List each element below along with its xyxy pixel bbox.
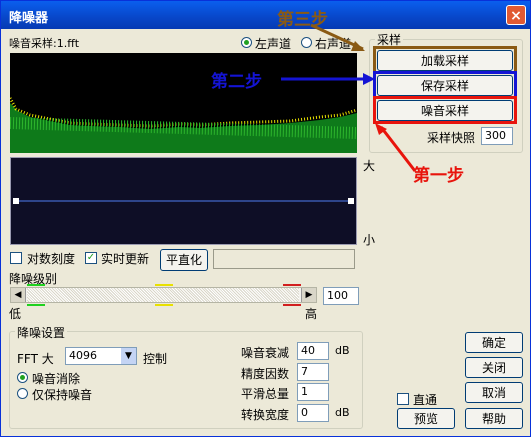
help-button[interactable]: 帮助 (465, 408, 523, 429)
keep-noise-radio[interactable] (17, 388, 28, 399)
slider-right-arrow-icon[interactable]: ▶ (301, 288, 316, 302)
step1-arrow (375, 123, 417, 172)
attenuation-field[interactable]: 40 (297, 342, 329, 360)
step3-highlight (373, 46, 517, 74)
fft-label: FFT 大 (17, 352, 54, 366)
remove-noise-radio[interactable] (17, 372, 28, 383)
low-marker-bottom (27, 304, 45, 306)
bypass-label: 直通 (413, 393, 438, 407)
snapshot-field[interactable]: 300 (481, 127, 513, 145)
level-low-label: 低 (9, 307, 22, 321)
remove-noise-label: 噪音消除 (32, 372, 81, 386)
step3-arrow (310, 23, 365, 51)
step2-arrow (281, 73, 375, 85)
fft-size-select[interactable]: 4096 ▼ (65, 347, 137, 365)
close-icon[interactable]: × (506, 5, 526, 25)
level-high-label: 高 (305, 307, 318, 321)
smoothing-label: 平滑总量 (241, 387, 290, 401)
step2-annotation: 第二步 (211, 72, 262, 92)
curve-handle-left[interactable] (13, 198, 19, 204)
fft-size-value: 4096 (69, 349, 97, 362)
high-marker (283, 284, 301, 286)
precision-label: 精度因数 (241, 367, 290, 381)
cancel-button[interactable]: 取消 (465, 382, 523, 403)
mid-marker (155, 284, 173, 286)
bypass-checkbox[interactable] (397, 393, 409, 405)
close-button[interactable]: 关闭 (465, 357, 523, 378)
log-scale-label: 对数刻度 (27, 252, 76, 266)
transition-label: 转换宽度 (241, 408, 290, 422)
transition-unit: dB (335, 406, 350, 419)
realtime-update-label: 实时更新 (101, 252, 150, 266)
slider-track[interactable] (27, 288, 299, 302)
level-slider[interactable]: ◀ ▶ (10, 287, 317, 303)
attenuation-label: 噪音衰减 (241, 346, 290, 360)
high-marker-bottom (283, 304, 301, 306)
step1-highlight (373, 96, 517, 124)
step2-highlight (373, 71, 517, 99)
preview-button[interactable]: 预览 (397, 408, 455, 429)
status-box (213, 249, 355, 269)
flatten-button[interactable]: 平直化 (160, 249, 208, 271)
window-title: 降噪器 (9, 11, 49, 26)
snapshot-label: 采样快照 (427, 131, 476, 145)
noise-reduction-window: 降噪器 × 噪音采样:1.fft 左声道 右声道 大 小 对数刻度 ✓ 实时更新… (0, 0, 531, 437)
level-value-field[interactable]: 100 (323, 287, 359, 305)
transition-field[interactable]: 0 (297, 404, 329, 422)
scale-small-label: 小 (363, 233, 376, 247)
noise-sample-label: 噪音采样:1.fft (9, 37, 80, 50)
settings-group-title: 降噪设置 (15, 324, 68, 341)
low-marker (27, 284, 45, 286)
keep-noise-label: 仅保持噪音 (32, 388, 93, 402)
noise-curve-graph[interactable] (10, 157, 357, 245)
log-scale-checkbox[interactable] (10, 252, 22, 264)
precision-field[interactable]: 7 (297, 363, 329, 381)
mid-marker-bottom (155, 304, 173, 306)
chevron-down-icon[interactable]: ▼ (121, 348, 136, 364)
curve-handle-right[interactable] (348, 198, 354, 204)
slider-left-arrow-icon[interactable]: ◀ (11, 288, 26, 302)
control-label: 控制 (143, 352, 168, 366)
realtime-update-checkbox[interactable]: ✓ (85, 252, 97, 264)
ok-button[interactable]: 确定 (465, 332, 523, 353)
attenuation-unit: dB (335, 344, 350, 357)
smoothing-field[interactable]: 1 (297, 383, 329, 401)
